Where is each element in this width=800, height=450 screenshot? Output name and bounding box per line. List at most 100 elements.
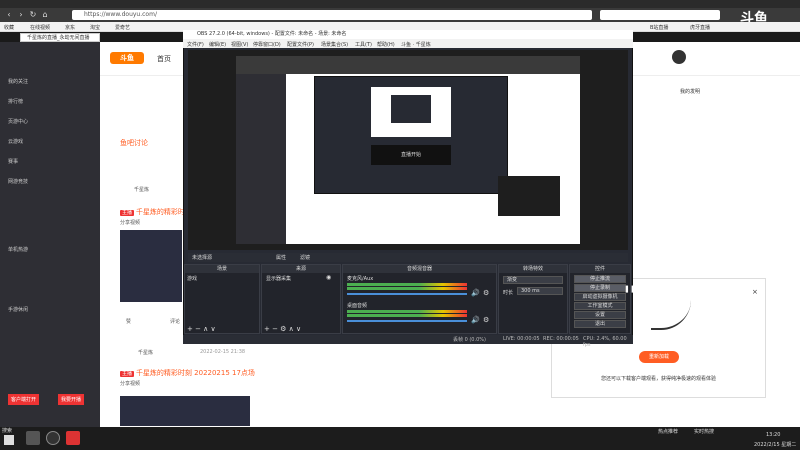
menu-help[interactable]: 帮助(H) [377, 41, 395, 48]
douyu-logo[interactable]: 斗鱼 [110, 52, 144, 64]
post-meta-date: 2022-02-15 21:38 [200, 349, 246, 355]
preview-frame-3 [371, 87, 451, 137]
menu-profile[interactable]: 配置文件(P) [287, 41, 314, 48]
obs-props-bar: 未选择源 属性 滤镜 [188, 253, 628, 262]
post-author[interactable]: 千星炼 [134, 186, 149, 193]
start-stream-button[interactable]: 我要开播 [58, 394, 85, 405]
sidebar-item-mobile-games[interactable]: 手游休闲 [8, 306, 28, 313]
post-title[interactable]: 千星炼的精彩时刻 20220215 17点场 [136, 369, 255, 377]
taskbar [0, 427, 800, 450]
scene-add-icon[interactable]: + − ∧ ∨ [187, 325, 216, 333]
sidebar-item-rank[interactable]: 排行榜 [8, 98, 23, 105]
page-tab[interactable]: 千星炼的直播_永劫无间直播 [20, 33, 100, 42]
menu-docks[interactable]: 停靠窗口(D) [253, 41, 281, 48]
visibility-icon[interactable]: ◉ [326, 274, 331, 281]
mic-volume-slider[interactable] [347, 293, 467, 295]
menu-edit[interactable]: 编辑(E) [209, 41, 226, 48]
preview-frame-2: 直播开始 [314, 76, 508, 194]
refresh-icon[interactable]: ↻ [28, 10, 38, 20]
mixer-header: 音频混音器 [343, 265, 496, 273]
post-share[interactable]: 分享视频 [120, 219, 140, 226]
obs-title: OBS 27.2.0 (64-bit, windows) - 配置文件: 未命名… [183, 30, 633, 39]
bookmark-item[interactable]: 京东 [65, 24, 75, 31]
forward-icon[interactable]: › [16, 10, 26, 20]
desktop-meter-2 [347, 314, 467, 317]
scene-item[interactable]: 游戏 [187, 275, 197, 282]
tray-hot-news[interactable]: 热点推荐 [658, 428, 678, 435]
bookmark-item[interactable]: 在线视频 [30, 24, 50, 31]
video-thumbnail[interactable] [120, 230, 182, 302]
sidebar-item-online-games[interactable]: 网游竞技 [8, 178, 28, 185]
video-thumbnail[interactable] [120, 396, 250, 426]
sidebar-item-single-games[interactable]: 单机热游 [8, 246, 28, 253]
sidebar-item-cloudgame[interactable]: 云游戏 [8, 138, 23, 145]
taskbar-search[interactable]: 搜索 [2, 427, 12, 434]
bookmark-item[interactable]: 淘宝 [90, 24, 100, 31]
nav-home-link[interactable]: 首页 [157, 54, 171, 64]
avatar[interactable] [672, 50, 686, 64]
tray-trending[interactable]: 实时热搜 [694, 428, 714, 435]
source-item[interactable]: 显示器采集 [266, 275, 291, 282]
taskbar-date[interactable]: 2022/2/15 星期二 [754, 441, 796, 448]
menu-tools[interactable]: 工具(T) [355, 41, 372, 48]
status-rec: REC: 00:00:05 [543, 336, 579, 342]
obs-app-icon[interactable] [46, 431, 60, 445]
duration-input[interactable]: 300 ms [517, 287, 563, 295]
desktop-volume-slider[interactable] [347, 320, 467, 322]
speaker-icon[interactable]: 🔊 [471, 289, 480, 297]
settings-button[interactable]: 设置 [574, 311, 626, 319]
obs-menu-bar: 文件(F) 编辑(E) 视图(V) 停靠窗口(D) 配置文件(P) 场景集合(S… [183, 39, 633, 48]
sidebar-item-follow[interactable]: 我的关注 [8, 78, 28, 85]
post-share[interactable]: 分享视频 [120, 380, 140, 387]
home-icon[interactable]: ⌂ [40, 10, 50, 20]
taskbar-time[interactable]: 13:20 [766, 432, 780, 438]
sidebar-item-webgame[interactable]: 页游中心 [8, 118, 28, 125]
status-live: LIVE: 00:00:05 [503, 336, 540, 342]
bookmark-item[interactable]: 收藏 [4, 24, 14, 31]
speaker-icon[interactable]: 🔊 [471, 316, 480, 324]
stop-streaming-button[interactable]: 停止推流 [574, 275, 626, 283]
douyu-app-icon[interactable] [66, 431, 80, 445]
filters-tab[interactable]: 滤镜 [300, 254, 310, 261]
transition-select[interactable]: 渐变 [503, 276, 563, 284]
gear-icon[interactable]: ⚙ [483, 316, 489, 324]
status-drop: 丢帧 0 (0.0%) [453, 337, 486, 343]
mixer-track-mic: 麦克风/Aux [347, 276, 374, 282]
sidebar-item-events[interactable]: 赛事 [8, 158, 18, 165]
back-icon[interactable]: ‹ [4, 10, 14, 20]
transitions-dock: 转场特效 渐变 时长 300 ms [498, 264, 568, 334]
stop-recording-button[interactable]: 停止录制 [574, 284, 626, 292]
preview-frame-1: 直播开始 [236, 56, 580, 244]
menu-douyu[interactable]: 斗鱼 · 千星炼 [401, 41, 431, 48]
menu-file[interactable]: 文件(F) [187, 41, 204, 48]
post-header-2[interactable]: 主播 千星炼的精彩时刻 20220215 17点场 [120, 368, 255, 378]
virtual-camera-button[interactable]: 启动虚拟摄像机 [574, 293, 626, 301]
source-add-icon[interactable]: + − ⚙ ∧ ∨ [264, 325, 301, 333]
bookmark-item[interactable]: 虎牙直播 [690, 24, 710, 31]
sources-dock: 来源 显示器采集 ◉ + − ⚙ ∧ ∨ [261, 264, 341, 334]
menu-scene-collection[interactable]: 场景集合(S) [321, 41, 348, 48]
obs-preview[interactable]: 直播开始 [188, 50, 628, 250]
comment-button[interactable]: 评论 [170, 318, 180, 325]
menu-view[interactable]: 视图(V) [231, 41, 248, 48]
exit-button[interactable]: 退出 [574, 320, 626, 328]
preview-popup [498, 176, 560, 216]
address-bar[interactable]: https://www.douyu.com/ [72, 10, 592, 20]
studio-mode-button[interactable]: 工作室模式 [574, 302, 626, 310]
search-input[interactable] [600, 10, 720, 20]
scenes-header: 场景 [185, 265, 259, 273]
browser-app-icon[interactable] [26, 431, 40, 445]
preview-stream-toast: 直播开始 [371, 145, 451, 165]
reload-button[interactable]: 重新加载 [639, 351, 679, 363]
post-meta-author[interactable]: 千星炼 [138, 349, 153, 356]
bookmark-item[interactable]: B站直播 [650, 24, 668, 31]
like-button[interactable]: 赞 [126, 318, 131, 325]
gear-icon[interactable]: ⚙ [483, 289, 489, 297]
open-client-button[interactable]: 客户端打开 [8, 394, 40, 405]
properties-tab[interactable]: 属性 [276, 254, 286, 261]
pause-icon[interactable]: ❚❚ [624, 285, 636, 293]
bookmark-item[interactable]: 爱奇艺 [115, 24, 130, 31]
close-icon[interactable]: × [752, 288, 758, 296]
preview-sidebar [236, 74, 286, 244]
windows-start-icon[interactable] [4, 435, 14, 445]
